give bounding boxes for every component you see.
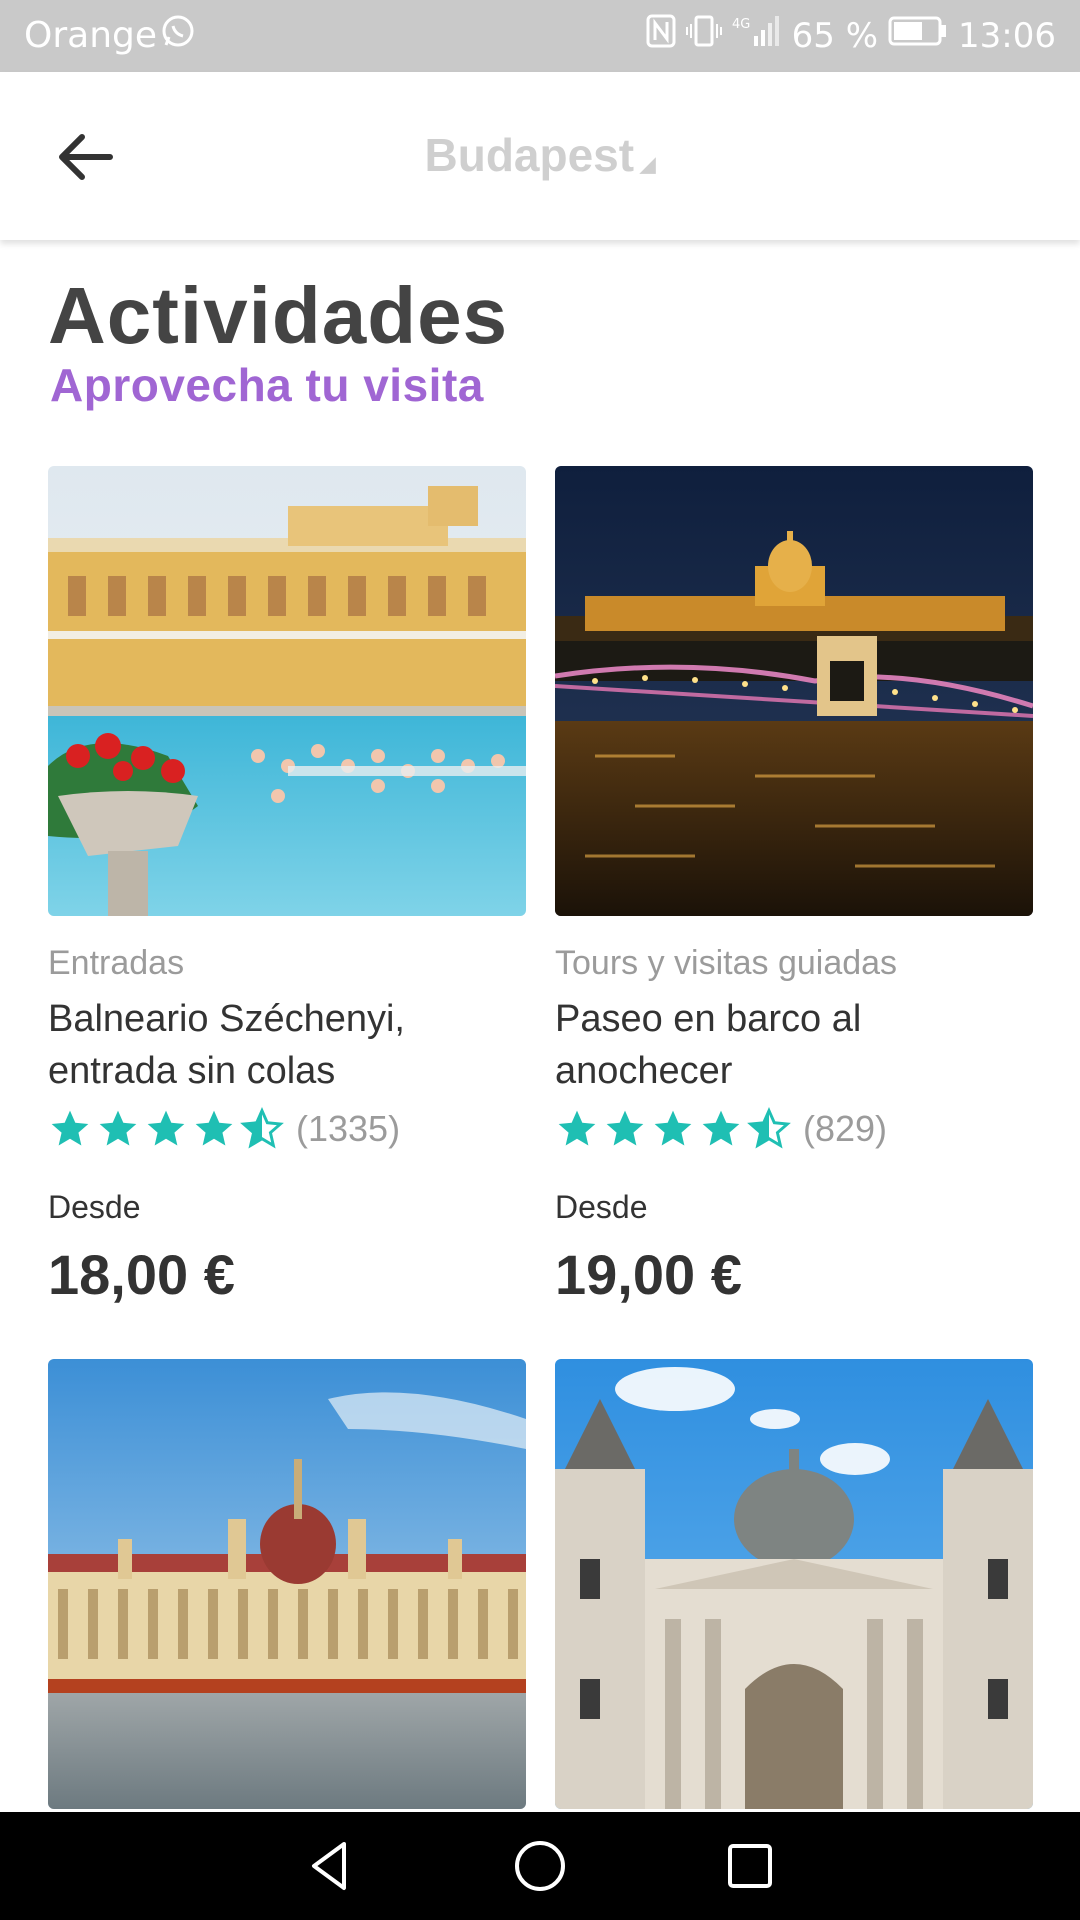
carrier: Orange xyxy=(24,14,195,57)
activity-name[interactable]: Balneario Széchenyi, entrada sin colas xyxy=(48,993,518,1097)
rating-count: (829) xyxy=(803,1108,888,1149)
vibrate-icon xyxy=(685,14,722,57)
carrier-label: Orange xyxy=(24,15,158,56)
star-half-icon xyxy=(747,1107,791,1149)
battery-percent: 65 % xyxy=(791,15,879,56)
rating-row: (829) xyxy=(555,1107,1033,1151)
page-subtitle: Aprovecha tu visita xyxy=(50,359,484,411)
activity-card[interactable] xyxy=(48,1359,526,1837)
activity-image-szechenyi-bath[interactable] xyxy=(48,466,526,916)
activity-name[interactable]: Paseo en barco al anochecer xyxy=(555,993,1025,1097)
status-icons: 4G 65 % 13:06 xyxy=(646,14,1056,57)
city-selector[interactable]: Budapest ◢ xyxy=(0,128,1080,182)
rating-count: (1335) xyxy=(296,1108,401,1149)
nfc-icon xyxy=(646,14,676,57)
rating-row: (1335) xyxy=(48,1107,526,1151)
activity-image-parliament[interactable] xyxy=(48,1359,526,1809)
recents-square-icon[interactable] xyxy=(720,1836,780,1896)
star-full-icon xyxy=(51,1110,89,1146)
clock: 13:06 xyxy=(958,15,1056,56)
activity-price: 19,00 € xyxy=(555,1243,742,1306)
star-full-icon xyxy=(654,1110,692,1146)
whatsapp-icon xyxy=(161,14,195,57)
home-circle-icon[interactable] xyxy=(510,1836,570,1896)
activity-category: Entradas xyxy=(48,944,185,982)
app-bar: Budapest ◢ xyxy=(0,72,1080,240)
activity-card[interactable] xyxy=(555,1359,1033,1837)
star-full-icon xyxy=(99,1110,137,1146)
signal-label: 4G xyxy=(732,17,750,32)
activity-image-basilica[interactable] xyxy=(555,1359,1033,1809)
price-from-label: Desde xyxy=(555,1189,648,1225)
activity-card[interactable]: Entradas Balneario Széchenyi, entrada si… xyxy=(48,466,526,1307)
activity-card[interactable]: Tours y visitas guiadas Paseo en barco a… xyxy=(555,466,1033,1307)
activity-price: 18,00 € xyxy=(48,1243,235,1306)
activity-image-night-river[interactable] xyxy=(555,466,1033,916)
star-full-icon xyxy=(702,1110,740,1146)
rating-stars xyxy=(555,1107,791,1151)
status-bar: Orange 4G 65 % 13:06 xyxy=(0,0,1080,72)
star-full-icon xyxy=(147,1110,185,1146)
star-full-icon xyxy=(558,1110,596,1146)
signal-icon: 4G xyxy=(732,14,782,57)
battery-icon xyxy=(888,15,948,56)
dropdown-caret-icon: ◢ xyxy=(640,154,656,176)
back-triangle-icon[interactable] xyxy=(300,1836,360,1896)
price-from-label: Desde xyxy=(48,1189,141,1225)
star-half-icon xyxy=(240,1107,284,1149)
star-full-icon xyxy=(606,1110,644,1146)
system-nav-bar xyxy=(0,1812,1080,1920)
star-full-icon xyxy=(195,1110,233,1146)
activity-category: Tours y visitas guiadas xyxy=(555,944,898,982)
page-title: Actividades xyxy=(48,271,509,360)
rating-stars xyxy=(48,1107,284,1151)
city-title: Budapest xyxy=(424,129,635,181)
